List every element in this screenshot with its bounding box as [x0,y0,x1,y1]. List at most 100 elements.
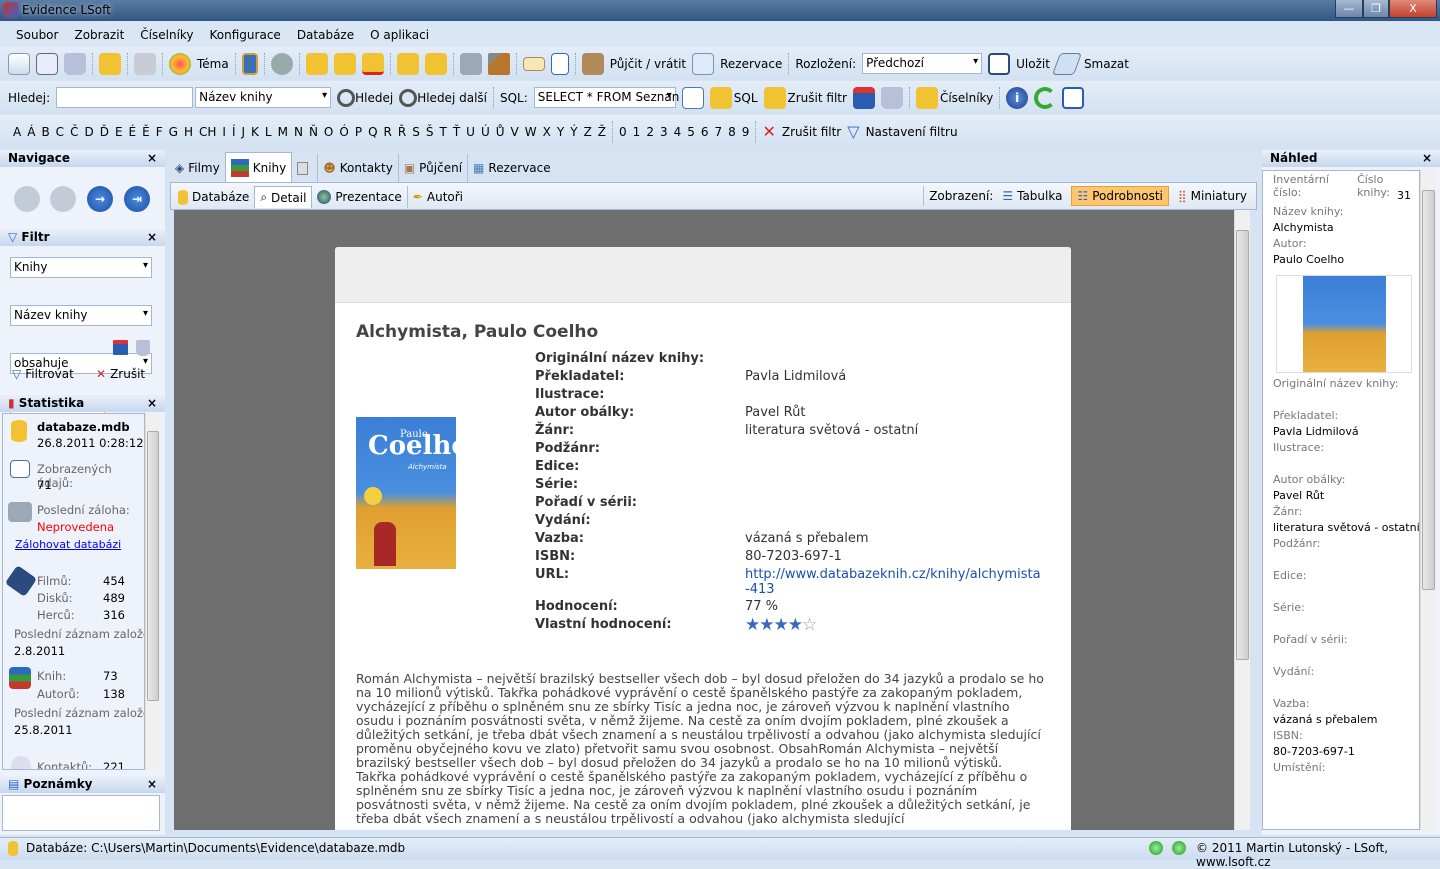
nav-last-button[interactable]: ⇥ [124,186,150,212]
digit-filter-8[interactable]: 8 [728,125,736,139]
letter-filter-É[interactable]: É [129,125,137,139]
letter-filter-Ť[interactable]: Ť [453,125,460,139]
filter-settings-button[interactable]: Nastavení filtru [866,125,958,139]
letter-filter-Ě[interactable]: Ě [142,125,150,139]
star-filled-icon[interactable]: ★ [774,615,789,635]
sql-edit-pencil-icon[interactable] [681,86,704,109]
navigation-close-button[interactable]: × [147,151,157,166]
letter-filter-CH[interactable]: CH [199,125,216,139]
search-button[interactable]: Hledej [355,91,393,105]
settings-gear-icon[interactable] [270,52,293,75]
letter-filter-Y[interactable]: Y [557,125,564,139]
letter-filter-Ú[interactable]: Ú [481,125,490,139]
letter-filter-Ý[interactable]: Ý [570,125,577,139]
digit-filter-3[interactable]: 3 [660,125,668,139]
layout-save-button[interactable]: Uložit [1016,57,1050,71]
letter-filter-Ó[interactable]: Ó [339,125,348,139]
letter-filter-Í[interactable]: Í [232,125,236,139]
letter-filter-S[interactable]: S [412,125,420,139]
notes-close-button[interactable]: × [147,777,157,792]
db-search-icon[interactable] [333,52,356,75]
minimize-button[interactable]: — [1335,0,1363,18]
hammer-icon[interactable] [487,52,510,75]
letter-filter-Ů[interactable]: Ů [496,125,505,139]
card-icon[interactable] [522,56,545,71]
db-delete-icon[interactable] [361,52,384,75]
letter-filter-L[interactable]: L [265,125,272,139]
tab-filmy[interactable]: ◈ Filmy [170,154,225,182]
letter-filter-O[interactable]: O [324,125,333,139]
reservation-calendar-icon[interactable] [692,52,715,75]
db-add-icon[interactable] [305,52,328,75]
trash-icon[interactable] [880,86,903,109]
search-next-button[interactable]: Hledej další [417,91,487,105]
star-filled-icon[interactable]: ★ [759,615,774,635]
sql-button[interactable]: SQL [734,91,758,105]
database-list-icon[interactable] [99,52,121,75]
layout-select[interactable]: Předchozí [862,53,983,74]
theme-icon[interactable] [169,52,191,75]
letter-filter-M[interactable]: M [278,125,288,139]
letter-filter-B[interactable]: B [41,125,49,139]
letter-filter-X[interactable]: X [543,125,551,139]
numbered-list-icon[interactable] [550,52,569,75]
digit-filter-1[interactable]: 1 [633,125,641,139]
db-export-icon[interactable] [424,52,447,75]
view-table-button[interactable]: ☰ Tabulka [997,186,1067,206]
tab-kontakty[interactable]: ☻ Kontakty [317,154,398,182]
own-rating-stars[interactable]: ★★★★☆ [745,615,817,635]
star-empty-icon[interactable]: ☆ [802,615,817,635]
menu-o-aplikaci[interactable]: O aplikaci [370,28,429,42]
theme-button[interactable]: Téma [197,57,229,71]
filter-delete-icon[interactable] [136,340,150,356]
letter-filter-J[interactable]: J [241,125,245,139]
layout-delete-button[interactable]: Smazat [1084,57,1129,71]
subtab-detail[interactable]: ⌕ Detail [254,186,313,208]
scrollbar-thumb[interactable] [147,431,159,701]
subtab-databaze[interactable]: Databáze [173,186,254,208]
view-details-button[interactable]: ☷ Podrobnosti [1071,186,1169,206]
digit-filter-9[interactable]: 9 [742,125,750,139]
letter-filter-Ž[interactable]: Ž [598,125,606,139]
eraser-icon[interactable] [1051,52,1082,75]
digit-filter-7[interactable]: 7 [715,125,723,139]
save-disk-icon[interactable] [852,86,875,109]
letter-filter-Ď[interactable]: Ď [100,125,109,139]
letter-filter-R[interactable]: R [384,125,392,139]
star-filled-icon[interactable]: ★ [745,615,760,635]
notes-textarea[interactable] [2,795,160,831]
lend-return-button[interactable]: Půjčit / vrátit [610,57,686,71]
digit-filter-4[interactable]: 4 [674,125,682,139]
letter-filter-F[interactable]: F [156,125,163,139]
letter-filter-G[interactable]: G [169,125,178,139]
letter-filter-Š[interactable]: Š [426,125,434,139]
filter-clear-button[interactable]: ✕ Zrušit [96,367,145,381]
nav-prev-button[interactable] [50,186,76,212]
filter-table-select[interactable]: Knihy [10,257,152,278]
letter-filter-Ř[interactable]: Ř [398,125,406,139]
menu-ciselniky[interactable]: Číselníky [140,28,193,42]
preview-close-button[interactable]: × [1422,151,1432,166]
letter-filter-Q[interactable]: Q [368,125,377,139]
statistics-close-button[interactable]: × [147,396,157,411]
backup-database-link[interactable]: Zálohovat databázi [15,538,121,551]
codebooks-button[interactable]: Číselníky [940,91,993,105]
clear-filter-button[interactable]: Zrušit filtr [788,91,847,105]
preview-scrollbar[interactable] [1420,170,1436,830]
reservation-button[interactable]: Rezervace [720,57,782,71]
star-filled-icon[interactable]: ★ [788,615,803,635]
refresh-icon[interactable] [1034,86,1057,109]
letter-filter-Č[interactable]: Č [70,125,78,139]
sql-select[interactable]: SELECT * FROM Seznan [533,87,679,108]
scrollbar-thumb[interactable] [1422,190,1435,590]
subtab-autori[interactable]: ✒ Autoři [406,186,468,208]
exit-door-icon[interactable] [241,52,258,75]
letter-filter-P[interactable]: P [355,125,362,139]
url-link[interactable]: http://www.databazeknih.cz/knihy/alchymi… [745,567,1045,597]
letter-filter-N[interactable]: N [294,125,303,139]
letter-filter-C[interactable]: C [56,125,64,139]
tab-knihy[interactable]: Knihy [224,152,293,182]
tab-rezervace[interactable]: ▦ Rezervace [467,154,556,182]
delete-record-icon[interactable] [64,52,86,75]
letter-filter-U[interactable]: U [466,125,475,139]
